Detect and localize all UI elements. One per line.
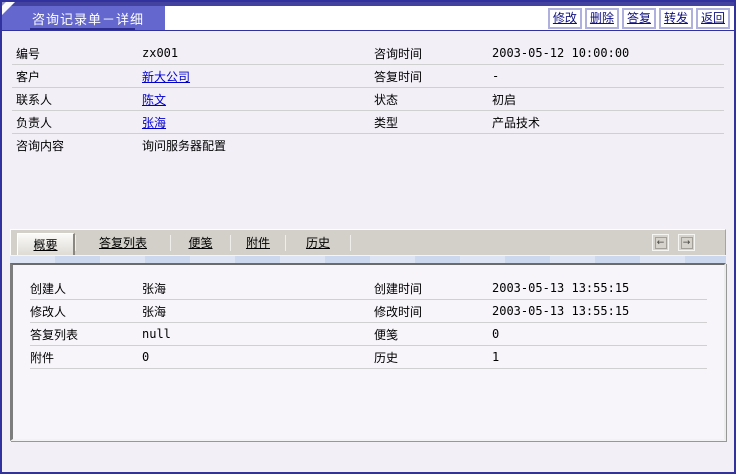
page-title: 咨询记录单－详细 — [32, 9, 144, 28]
field-label-status: 状态 — [374, 91, 492, 108]
tab-bottom-strip — [10, 255, 726, 263]
page-corner-icon — [2, 2, 15, 15]
arrow-left-icon: ← — [655, 237, 667, 249]
panel-row-creator: 创建人 张海 创建时间 2003-05-13 13:55:15 — [30, 277, 707, 300]
field-label-customer: 客户 — [16, 68, 142, 85]
form-row-customer-replytime: 客户 新大公司 答复时间 - — [12, 65, 724, 88]
field-label-modified-time: 修改时间 — [374, 303, 492, 320]
reply-button[interactable]: 答复 — [622, 8, 656, 29]
field-value-content: 询问服务器配置 — [142, 137, 724, 154]
tab-separator — [350, 235, 351, 251]
field-value-number: zx001 — [142, 46, 374, 60]
customer-link[interactable]: 新大公司 — [142, 68, 374, 85]
panel-row-attachments: 附件 0 历史 1 — [30, 346, 707, 369]
panel-row-modifier: 修改人 张海 修改时间 2003-05-13 13:55:15 — [30, 300, 707, 323]
field-value-note-count: 0 — [492, 327, 707, 341]
tab-scroll-left-button[interactable]: ← — [652, 234, 669, 251]
field-value-consult-time: 2003-05-12 10:00:00 — [492, 46, 724, 60]
field-label-content: 咨询内容 — [16, 137, 142, 154]
field-label-created-time: 创建时间 — [374, 280, 492, 297]
field-label-owner: 负责人 — [16, 114, 142, 131]
field-label-note-count: 便笺 — [374, 326, 492, 343]
field-value-created-time: 2003-05-13 13:55:15 — [492, 281, 707, 295]
window-header: 咨询记录单－详细 修改 删除 答复 转发 返回 — [2, 6, 734, 31]
field-label-reply-time: 答复时间 — [374, 68, 492, 85]
field-value-reply-list: null — [142, 327, 374, 341]
field-value-modifier: 张海 — [142, 303, 374, 320]
page-title-tab: 咨询记录单－详细 — [2, 6, 165, 30]
field-label-creator: 创建人 — [30, 280, 142, 297]
field-label-attachment-count: 附件 — [30, 349, 142, 366]
modify-button[interactable]: 修改 — [548, 8, 582, 29]
owner-link[interactable]: 张海 — [142, 114, 374, 131]
tab-control: 概要 答复列表 便笺 附件 历史 ← → 创建人 张海 创建时间 20 — [10, 229, 726, 441]
panel-row-replies: 答复列表 null 便笺 0 — [30, 323, 707, 346]
field-label-history-count: 历史 — [374, 349, 492, 366]
field-value-attachment-count: 0 — [142, 350, 374, 364]
consultation-detail-window: 咨询记录单－详细 修改 删除 答复 转发 返回 编号 zx001 咨询时间 20… — [0, 0, 736, 474]
field-value-type: 产品技术 — [492, 114, 724, 131]
form-row-number-time: 编号 zx001 咨询时间 2003-05-12 10:00:00 — [12, 42, 724, 65]
forward-button[interactable]: 转发 — [659, 8, 693, 29]
field-value-modified-time: 2003-05-13 13:55:15 — [492, 304, 707, 318]
tab-history[interactable]: 历史 — [286, 234, 350, 251]
tab-bar: 概要 答复列表 便笺 附件 历史 ← → — [10, 229, 726, 255]
tab-note[interactable]: 便笺 — [171, 234, 230, 251]
field-label-reply-list: 答复列表 — [30, 326, 142, 343]
tab-summary[interactable]: 概要 — [17, 233, 75, 255]
form-row-content: 咨询内容 询问服务器配置 — [12, 134, 724, 157]
summary-panel: 创建人 张海 创建时间 2003-05-13 13:55:15 修改人 张海 修… — [10, 263, 726, 441]
form-row-contact-status: 联系人 陈文 状态 初启 — [12, 88, 724, 111]
toolbar: 修改 删除 答复 转发 返回 — [548, 6, 734, 30]
field-label-contact: 联系人 — [16, 91, 142, 108]
tab-reply-list[interactable]: 答复列表 — [76, 234, 170, 251]
field-label-consult-time: 咨询时间 — [374, 45, 492, 62]
tab-scroll-right-button[interactable]: → — [678, 234, 695, 251]
field-value-history-count: 1 — [492, 350, 707, 364]
field-label-type: 类型 — [374, 114, 492, 131]
contact-link[interactable]: 陈文 — [142, 91, 374, 108]
delete-button[interactable]: 删除 — [585, 8, 619, 29]
field-label-modifier: 修改人 — [30, 303, 142, 320]
field-label-number: 编号 — [16, 45, 142, 62]
form-row-owner-type: 负责人 张海 类型 产品技术 — [12, 111, 724, 134]
back-button[interactable]: 返回 — [696, 8, 730, 29]
tab-attachment[interactable]: 附件 — [231, 234, 285, 251]
arrow-right-icon: → — [681, 237, 693, 249]
field-value-creator: 张海 — [142, 280, 374, 297]
field-value-status: 初启 — [492, 91, 724, 108]
field-value-reply-time: - — [492, 69, 724, 83]
detail-form: 编号 zx001 咨询时间 2003-05-12 10:00:00 客户 新大公… — [12, 42, 724, 157]
